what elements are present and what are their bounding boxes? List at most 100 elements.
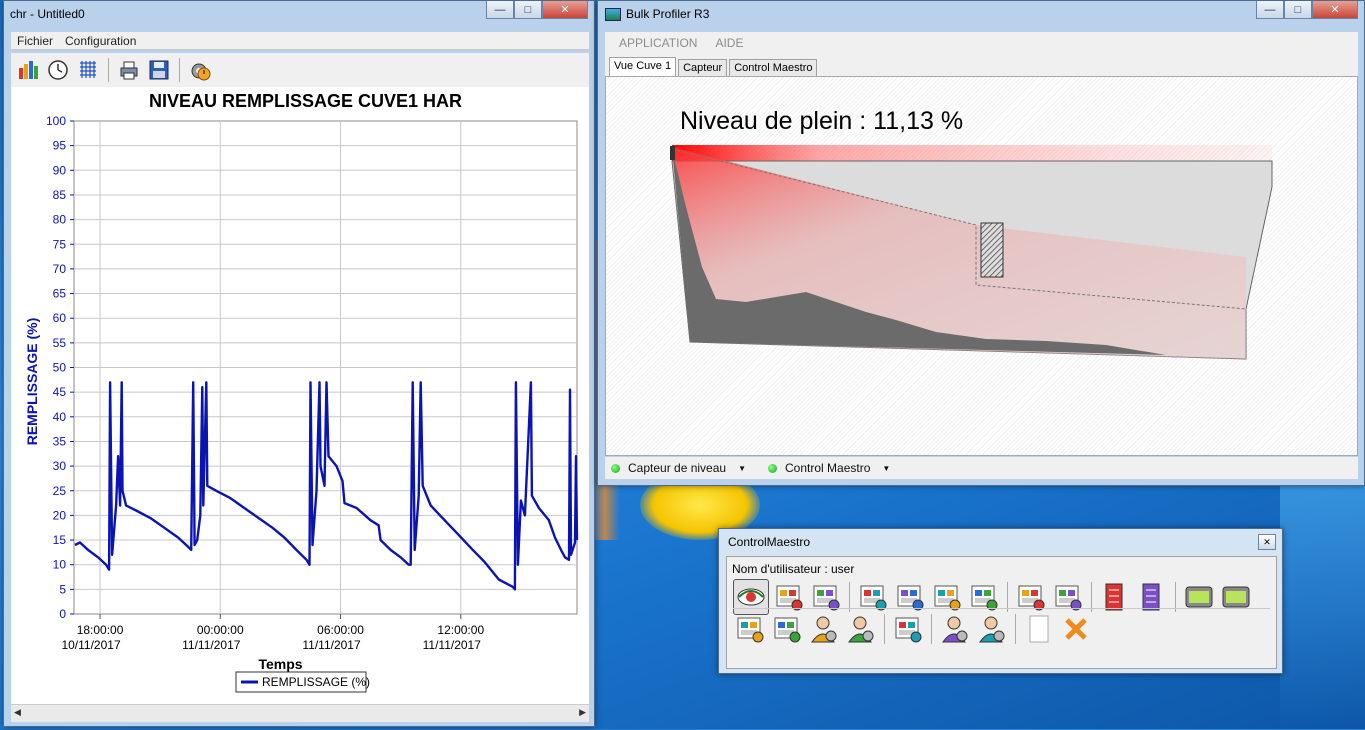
users-icon-glyph xyxy=(848,616,874,643)
control-maestro-panel: Nom d'utilisateur : user xyxy=(726,556,1277,669)
maximize-button[interactable]: □ xyxy=(514,1,542,19)
tab-capteur[interactable]: Capteur xyxy=(678,59,728,76)
y-tick-label: 40 xyxy=(53,410,67,424)
user-gear-icon-glyph xyxy=(811,616,837,643)
tag-grid-icon[interactable] xyxy=(770,612,804,646)
x-tick-date: 10/11/2017 xyxy=(61,638,120,652)
user-gear-icon[interactable] xyxy=(807,612,841,646)
divider xyxy=(733,608,1270,609)
calendar-camera-icon-glyph xyxy=(895,617,922,643)
window-title: chr - Untitled0 xyxy=(10,7,85,21)
app-icon xyxy=(605,8,621,21)
scroll-left-icon[interactable]: ◀ xyxy=(14,707,21,718)
line-chart: NIVEAU REMPLISSAGE CUVE1 HAR 0 5 10 15 20 25 30… xyxy=(24,91,579,693)
operator-settings-icon[interactable] xyxy=(975,612,1009,646)
y-tick-label: 50 xyxy=(53,361,67,375)
lcd-refresh-icon-glyph xyxy=(1222,586,1250,608)
close-x-icon-glyph xyxy=(1065,618,1087,640)
y-tick-label: 100 xyxy=(46,114,66,128)
bulk-profiler-window[interactable]: Bulk Profiler R3 — □ ✕ APPLICATION AIDE … xyxy=(597,0,1365,486)
tank-profile xyxy=(670,145,1273,360)
tab-bar: Vue Cuve 1 Capteur Control Maestro xyxy=(605,54,1358,76)
y-tick-label: 0 xyxy=(59,607,66,621)
icon-row-2 xyxy=(733,612,1093,646)
chart-window-titlebar[interactable]: chr - Untitled0 — □ ✕ xyxy=(4,1,594,27)
tank-view: Niveau de plein : 11,13 % xyxy=(605,76,1358,456)
tab-vue-cuve-1[interactable]: Vue Cuve 1 xyxy=(609,57,677,76)
capteur-status-icon xyxy=(611,463,620,473)
user-name-label: Nom d'utilisateur : user xyxy=(732,562,855,576)
blank-page-icon[interactable] xyxy=(1022,612,1056,646)
lcd-display-icon-glyph xyxy=(1185,586,1213,608)
cursor-marker xyxy=(670,146,675,160)
y-tick-label: 60 xyxy=(53,311,67,325)
window-title: ControlMaestro xyxy=(728,535,811,549)
horizontal-scrollbar[interactable]: ◀ ▶ xyxy=(11,704,589,722)
chevron-down-icon[interactable]: ▼ xyxy=(882,464,890,473)
x-tick-date: 11/11/2017 xyxy=(423,638,482,652)
menu-configuration[interactable]: Configuration xyxy=(65,34,136,48)
tag-grid-icon-glyph xyxy=(774,617,801,643)
y-tick-label: 20 xyxy=(53,508,67,522)
calendar-camera-icon[interactable] xyxy=(891,612,925,646)
status-control-maestro[interactable]: Control Maestro xyxy=(785,461,870,475)
bar-chart-icon[interactable] xyxy=(15,57,41,83)
clock-icon[interactable] xyxy=(45,57,71,83)
icon-separator xyxy=(1015,614,1016,644)
close-button[interactable]: ✕ xyxy=(1258,534,1276,550)
chart-window[interactable]: chr - Untitled0 — □ ✕ Fichier Configurat… xyxy=(3,0,595,727)
toolbar-separator xyxy=(179,58,180,82)
users-icon[interactable] xyxy=(844,612,878,646)
y-tick-label: 75 xyxy=(53,237,67,251)
y-tick-label: 55 xyxy=(53,336,67,350)
operator-icon-glyph xyxy=(942,616,968,643)
y-tick-label: 15 xyxy=(53,533,67,547)
status-capteur-de-niveau[interactable]: Capteur de niveau xyxy=(628,461,726,475)
y-tick-label: 5 xyxy=(59,582,66,596)
y-tick-label: 30 xyxy=(53,459,67,473)
chart-title: NIVEAU REMPLISSAGE CUVE1 HAR xyxy=(149,91,462,111)
control-maestro-status-icon xyxy=(768,463,777,473)
maximize-button[interactable]: □ xyxy=(1284,1,1312,19)
menu-aide[interactable]: AIDE xyxy=(715,36,743,50)
eye-icon-glyph xyxy=(737,588,765,606)
tab-control-maestro[interactable]: Control Maestro xyxy=(729,59,818,76)
network-warning-icon[interactable] xyxy=(733,612,767,646)
blank-page-icon-glyph xyxy=(1029,615,1049,643)
network-warning-icon-glyph xyxy=(737,617,764,643)
icon-separator xyxy=(884,614,885,644)
menu-fichier[interactable]: Fichier xyxy=(17,34,53,48)
control-maestro-window[interactable]: ControlMaestro ✕ Nom d'utilisateur : use… xyxy=(718,528,1283,674)
chevron-down-icon[interactable]: ▼ xyxy=(738,464,746,473)
save-icon[interactable] xyxy=(146,57,172,83)
eye-icon[interactable] xyxy=(733,579,769,615)
minimize-button[interactable]: — xyxy=(1256,1,1284,19)
close-x-icon[interactable] xyxy=(1059,612,1093,646)
fill-level-band xyxy=(672,145,1272,161)
x-tick-time: 00:00:00 xyxy=(197,623,244,637)
close-button[interactable]: ✕ xyxy=(542,1,588,19)
scroll-right-icon[interactable]: ▶ xyxy=(579,707,586,718)
grid-icon[interactable] xyxy=(75,57,101,83)
y-tick-label: 45 xyxy=(53,385,67,399)
x-axis-label: Temps xyxy=(258,656,302,672)
toolbar-separator xyxy=(108,58,109,82)
close-button[interactable]: ✕ xyxy=(1312,1,1358,19)
menu-application[interactable]: APPLICATION xyxy=(619,36,697,50)
y-tick-label: 35 xyxy=(53,434,67,448)
y-tick-label: 80 xyxy=(53,213,67,227)
y-tick-label: 90 xyxy=(53,163,67,177)
y-tick-label: 10 xyxy=(53,558,67,572)
x-tick-time: 12:00:00 xyxy=(437,623,484,637)
bulk-profiler-titlebar[interactable]: Bulk Profiler R3 — □ ✕ xyxy=(598,1,1364,27)
app-menu-bar: APPLICATION AIDE xyxy=(605,32,1358,54)
x-tick-date: 11/11/2017 xyxy=(182,638,241,652)
operator-icon[interactable] xyxy=(938,612,972,646)
icon-separator xyxy=(931,614,932,644)
minimize-button[interactable]: — xyxy=(486,1,514,19)
print-icon[interactable] xyxy=(116,57,142,83)
gear-clock-icon[interactable] xyxy=(187,57,213,83)
icon-row-1 xyxy=(733,579,1253,615)
y-tick-label: 65 xyxy=(53,287,67,301)
legend-label: REMPLISSAGE (%) xyxy=(262,675,370,689)
